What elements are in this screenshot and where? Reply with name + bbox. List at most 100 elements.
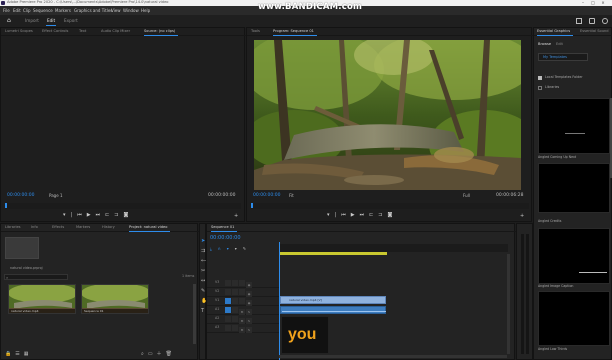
- tab-audio-clip-mixer[interactable]: Audio Clip Mixer: [101, 29, 130, 34]
- track-select-tool-icon[interactable]: ⇉: [201, 248, 205, 254]
- timeline-vertical-scrollbar[interactable]: [507, 254, 510, 354]
- home-icon[interactable]: ⌂: [7, 18, 13, 24]
- icon-view-icon[interactable]: ▦: [24, 351, 33, 357]
- video-clip[interactable]: natural video.mp4 [V]: [280, 296, 386, 304]
- snap-icon[interactable]: ⤓: [210, 246, 218, 251]
- program-timecode[interactable]: 00:00:00:00: [253, 193, 280, 199]
- tab-libraries[interactable]: Libraries: [5, 225, 21, 230]
- template-thumbnail[interactable]: [538, 291, 610, 346]
- lock-icon[interactable]: [232, 280, 238, 286]
- close-icon[interactable]: ×: [598, 1, 608, 5]
- libraries-checkbox[interactable]: [538, 86, 542, 90]
- menu-clip[interactable]: Clip: [23, 9, 31, 13]
- timeline-timecode[interactable]: 00:00:00:00: [210, 236, 241, 241]
- wrench-icon[interactable]: ✎: [243, 246, 252, 251]
- tab-markers[interactable]: Markers: [76, 225, 90, 230]
- tab-effects[interactable]: Effects: [52, 225, 64, 230]
- new-item-icon[interactable]: ＋: [157, 351, 166, 357]
- tab-program[interactable]: Program: Sequence 01: [273, 29, 317, 36]
- menu-file[interactable]: File: [3, 9, 10, 13]
- menu-graphics[interactable]: Graphics and Titles: [74, 9, 112, 13]
- lock-icon[interactable]: [232, 316, 238, 322]
- solo-toggle[interactable]: S: [246, 327, 252, 333]
- menu-markers[interactable]: Markers: [55, 9, 71, 13]
- sync-icon[interactable]: [239, 298, 245, 304]
- tab-lumetri-scopes[interactable]: Lumetri Scopes: [5, 29, 33, 34]
- target-toggle[interactable]: [225, 289, 231, 295]
- workspace-export[interactable]: Export: [64, 18, 78, 23]
- target-toggle[interactable]: [225, 298, 231, 304]
- step-back-icon[interactable]: ⏮: [341, 212, 351, 218]
- pen-tool-icon[interactable]: ✎: [201, 288, 205, 294]
- sync-icon[interactable]: [239, 280, 245, 286]
- menu-help[interactable]: Help: [141, 9, 150, 13]
- list-view-icon[interactable]: ☰: [15, 351, 23, 357]
- tab-essential-graphics[interactable]: Essential Graphics: [537, 29, 574, 36]
- source-playhead[interactable]: [5, 203, 7, 208]
- lock-icon[interactable]: 🔒: [5, 351, 15, 357]
- overwrite-icon[interactable]: ⊐: [114, 212, 123, 218]
- tab-project[interactable]: Project: natural video: [129, 225, 171, 232]
- add-button-icon[interactable]: +: [234, 213, 238, 219]
- tab-info[interactable]: Info: [31, 225, 38, 230]
- quick-export-icon[interactable]: [589, 18, 595, 24]
- tab-sequence-01[interactable]: Sequence 01: [211, 225, 238, 232]
- add-button-icon[interactable]: +: [520, 213, 524, 219]
- mark-in-icon[interactable]: ▾: [327, 212, 335, 218]
- menu-edit[interactable]: Edit: [13, 9, 21, 13]
- lock-icon[interactable]: [232, 325, 238, 331]
- templates-dropdown[interactable]: My Templates: [538, 53, 588, 61]
- subtab-browse[interactable]: Browse: [538, 42, 551, 47]
- program-scrubber[interactable]: [251, 203, 529, 209]
- tab-history[interactable]: History: [102, 225, 115, 230]
- template-thumbnail[interactable]: [538, 228, 610, 284]
- target-toggle[interactable]: [225, 280, 231, 286]
- lock-icon[interactable]: [232, 289, 238, 295]
- minimize-icon[interactable]: –: [578, 1, 588, 5]
- workspace-import[interactable]: Import: [25, 18, 39, 23]
- step-forward-icon[interactable]: ⏭: [96, 212, 106, 218]
- step-forward-icon[interactable]: ⏭: [360, 212, 370, 218]
- tab-source[interactable]: Source: (no clips): [144, 29, 179, 36]
- project-clip-natural-video[interactable]: natural video.mp4: [8, 284, 76, 314]
- subtab-edit[interactable]: Edit: [556, 42, 563, 47]
- tab-text[interactable]: Text: [79, 29, 86, 34]
- step-back-icon[interactable]: ⏮: [77, 212, 87, 218]
- insert-icon[interactable]: ⊏: [105, 212, 114, 218]
- program-playhead[interactable]: [251, 203, 253, 208]
- source-scrubber[interactable]: [5, 203, 241, 209]
- lock-icon[interactable]: [232, 307, 238, 313]
- target-toggle[interactable]: [225, 307, 231, 313]
- menu-sequence[interactable]: Sequence: [33, 9, 53, 13]
- lock-icon[interactable]: [232, 298, 238, 304]
- new-bin-icon[interactable]: ▭: [148, 351, 157, 357]
- settings-icon[interactable]: ▾: [235, 246, 243, 251]
- export-frame-icon[interactable]: ◙: [124, 212, 134, 218]
- target-toggle[interactable]: [225, 316, 231, 322]
- help-icon[interactable]: [602, 18, 608, 24]
- maximize-icon[interactable]: □: [588, 1, 598, 5]
- linked-selection-icon[interactable]: ∩: [218, 246, 227, 251]
- workspace-edit[interactable]: Edit: [47, 18, 55, 23]
- play-icon[interactable]: ▶: [351, 212, 360, 218]
- tab-effect-controls[interactable]: Effect Controls: [42, 29, 68, 34]
- source-page[interactable]: Page 1: [49, 194, 63, 198]
- template-thumbnail[interactable]: [538, 98, 610, 154]
- timeline-horizontal-scrollbar[interactable]: [279, 355, 507, 358]
- lift-icon[interactable]: ⊏: [369, 212, 378, 218]
- tab-essential-sound[interactable]: Essential Sound: [580, 29, 609, 34]
- type-tool-icon[interactable]: T: [201, 308, 204, 314]
- selection-tool-icon[interactable]: ➤: [201, 238, 205, 244]
- menu-view[interactable]: View: [111, 9, 121, 13]
- sync-icon[interactable]: [239, 289, 245, 295]
- project-search-input[interactable]: ⌕: [4, 274, 68, 280]
- program-resolution-dropdown[interactable]: Full: [463, 194, 470, 198]
- source-timecode[interactable]: 00:00:00:00: [7, 193, 34, 199]
- slip-tool-icon[interactable]: ↔: [201, 278, 205, 284]
- work-area-bar[interactable]: [279, 252, 387, 255]
- timeline-ruler[interactable]: [279, 244, 508, 252]
- audio-clip[interactable]: [280, 306, 386, 314]
- menu-window[interactable]: Window: [123, 9, 139, 13]
- template-thumbnail[interactable]: [538, 163, 610, 213]
- extract-icon[interactable]: ⊐: [378, 212, 387, 218]
